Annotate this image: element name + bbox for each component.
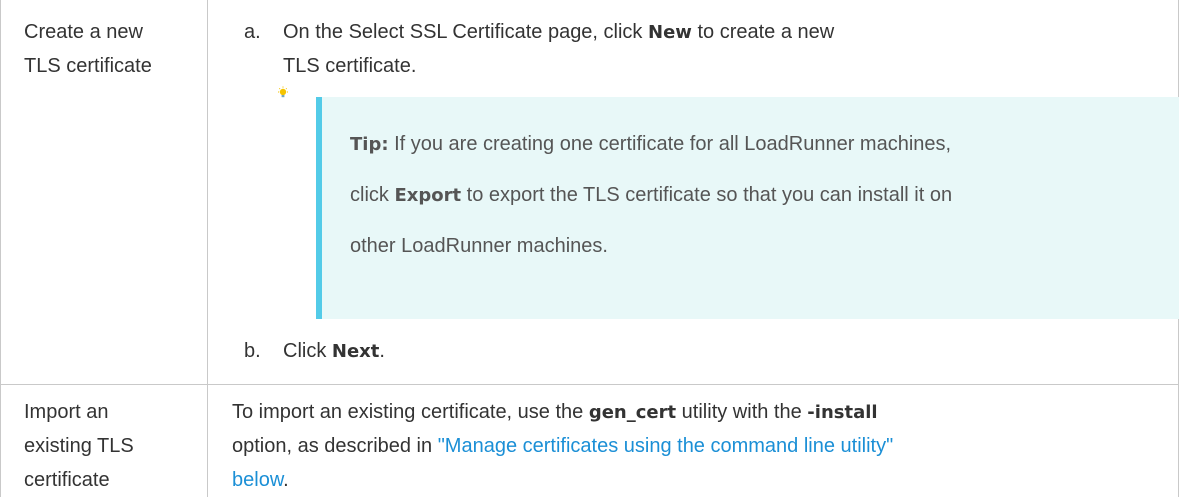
row-label-line: TLS certificate <box>24 55 152 77</box>
step-text-continued: TLS certificate. <box>283 55 417 77</box>
row-divider <box>0 384 1179 385</box>
tip-label: Tip: <box>350 134 389 155</box>
step-letter: b. <box>244 340 261 362</box>
step-letter: a. <box>244 21 261 43</box>
manage-certificates-link[interactable]: "Manage certificates using the command l… <box>438 435 894 457</box>
gen-cert-reference: gen_cert <box>588 402 677 423</box>
tip-line: Tip: If you are creating one certificate… <box>350 133 952 155</box>
lightbulb-icon <box>278 86 288 98</box>
import-instructions-line: option, as described in "Manage certific… <box>232 435 894 457</box>
row-label: Import an existing TLS certificate <box>24 398 134 494</box>
tip-line: click Export to export the TLS certifica… <box>350 184 953 206</box>
instructions-table: Create a new TLS certificate a. On the S… <box>0 0 1179 497</box>
row-label-line: existing TLS <box>24 435 134 457</box>
table-left-border <box>0 0 1 497</box>
column-divider <box>207 0 208 497</box>
manage-certificates-link-continued[interactable]: below <box>232 469 283 491</box>
row-label-line: certificate <box>24 469 110 491</box>
import-instructions-line: To import an existing certificate, use t… <box>232 401 878 423</box>
step-text: Click Next. <box>283 340 385 362</box>
tip-line: other LoadRunner machines. <box>350 235 608 257</box>
tip-box: Tip: If you are creating one certificate… <box>316 97 1179 319</box>
new-button-reference: New <box>648 22 692 43</box>
step-text: On the Select SSL Certificate page, clic… <box>283 21 835 43</box>
row-label: Create a new TLS certificate <box>24 18 152 80</box>
row-label-line: Create a new <box>24 21 143 43</box>
next-button-reference: Next <box>331 341 380 362</box>
row-label-line: Import an <box>24 401 109 423</box>
export-button-reference: Export <box>394 185 462 206</box>
import-instructions-line: below. <box>232 469 289 491</box>
install-option-reference: -install <box>807 402 878 423</box>
